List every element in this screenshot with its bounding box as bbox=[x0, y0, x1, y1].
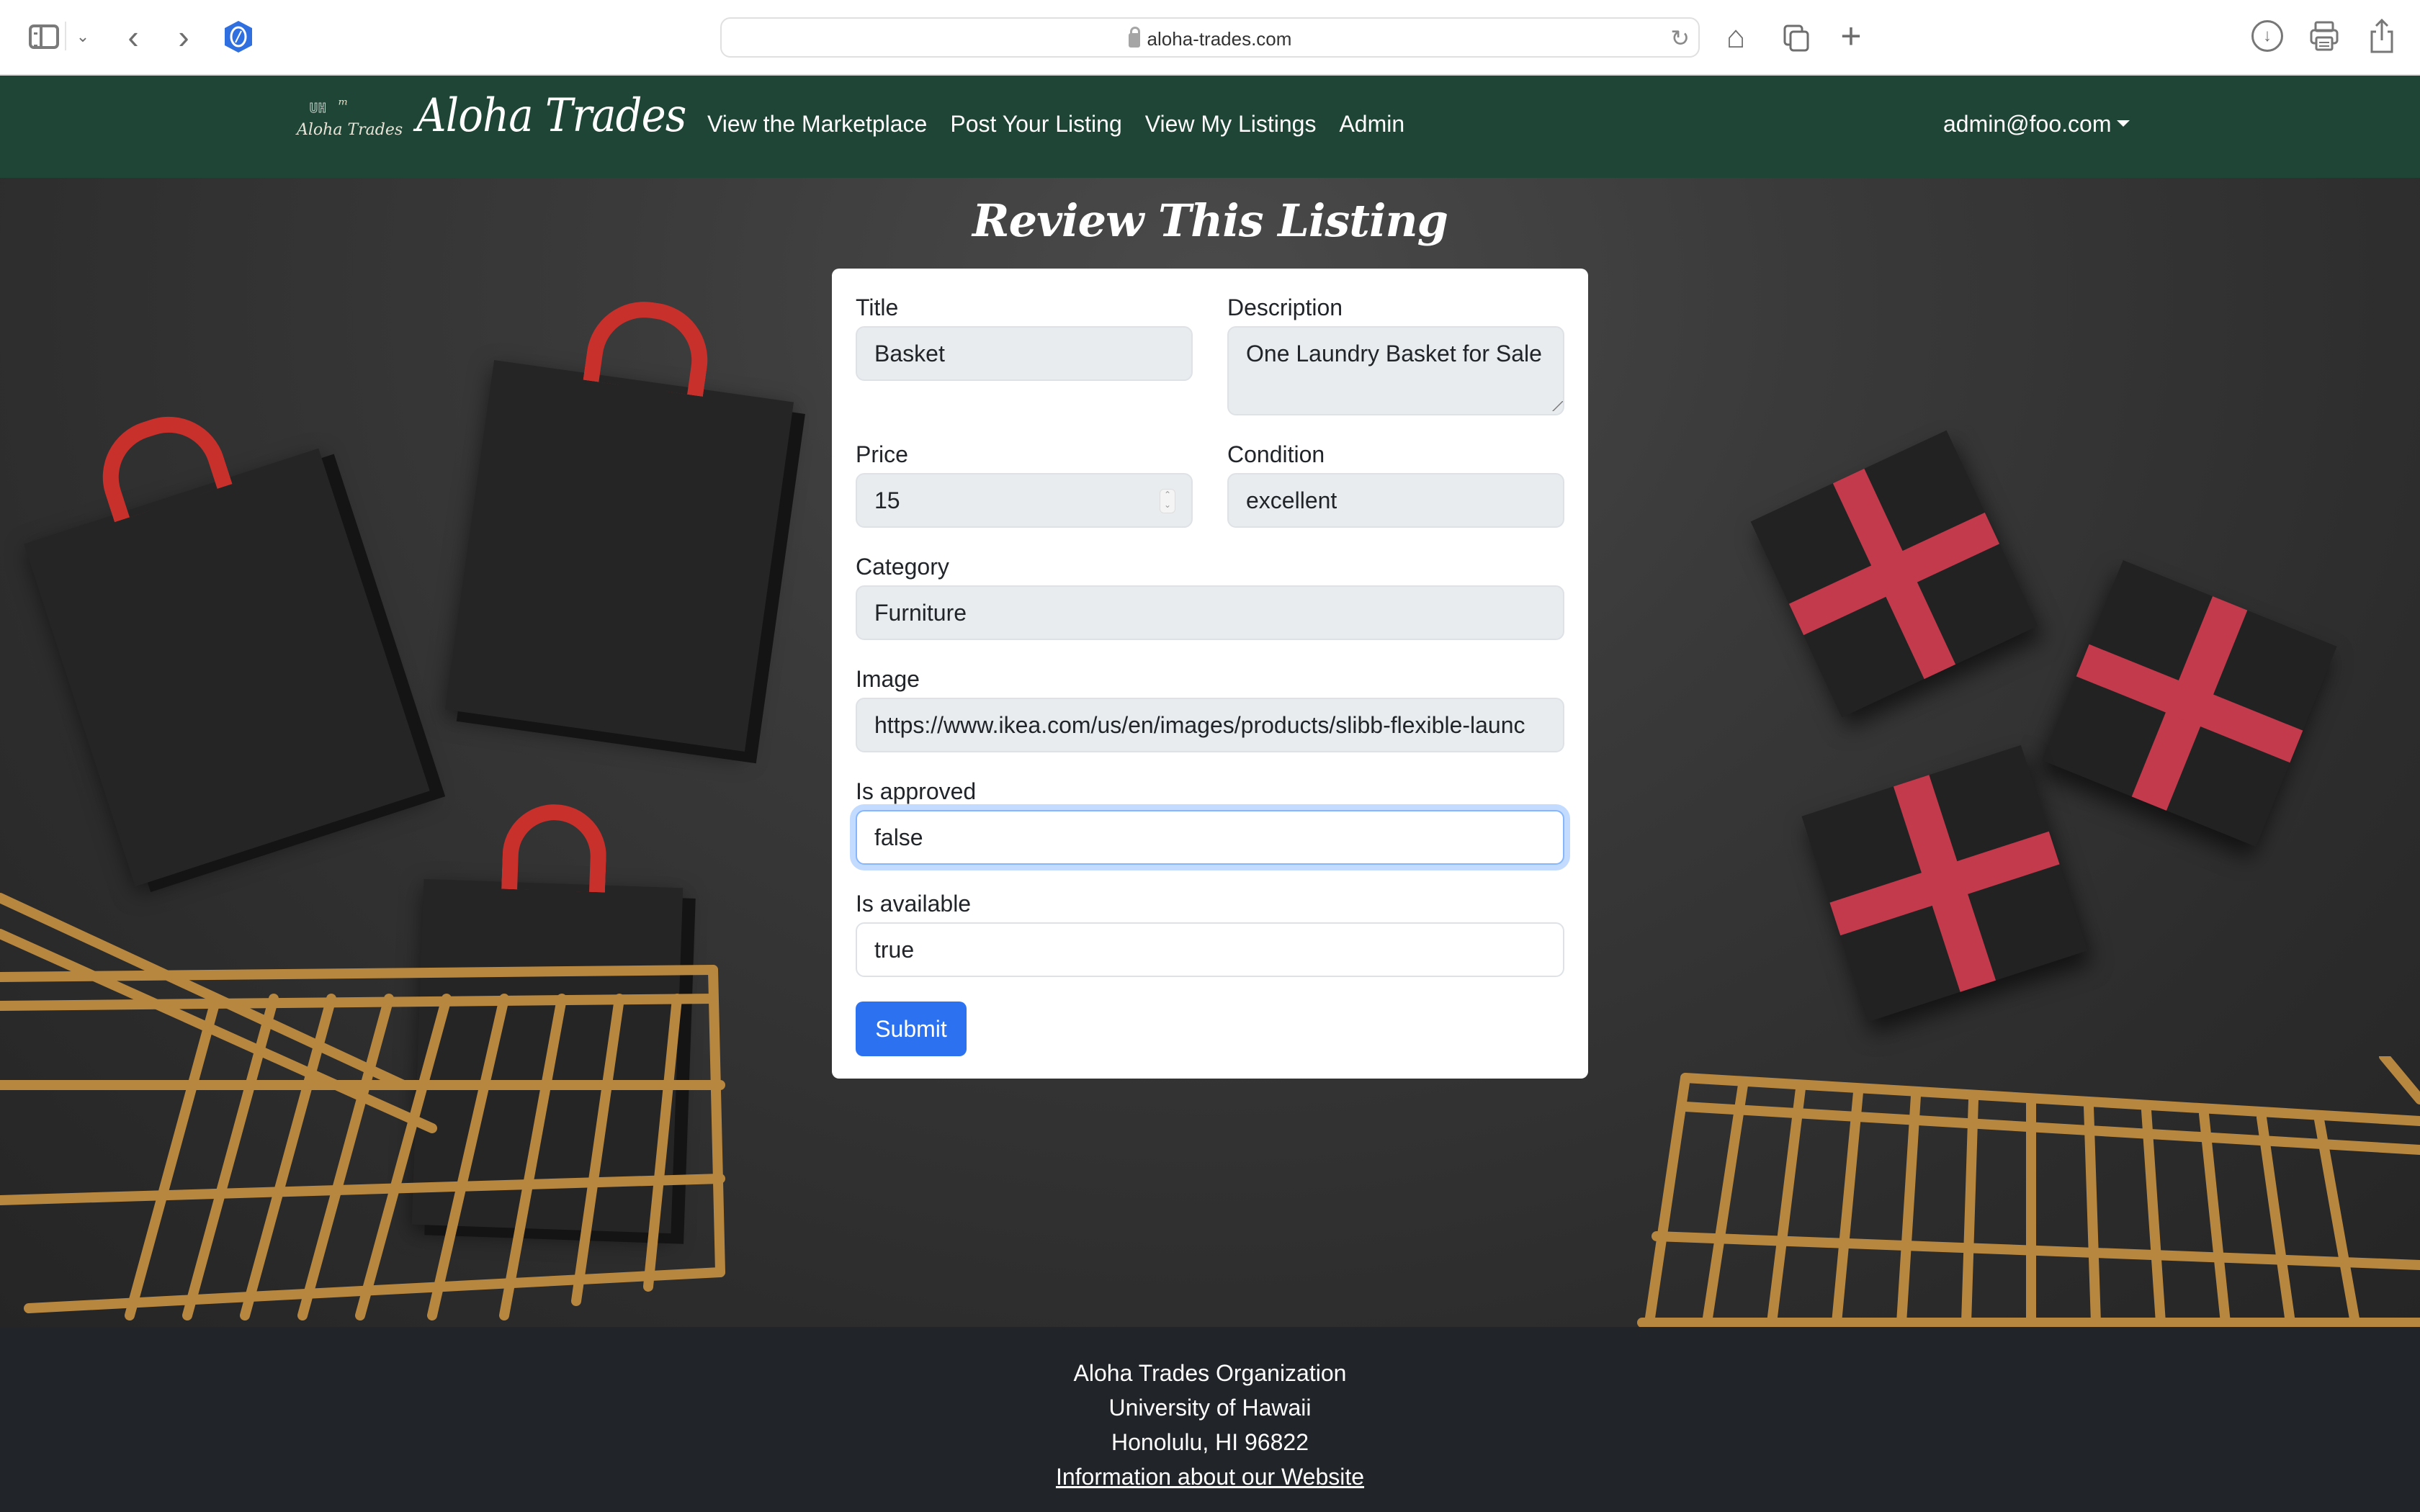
reload-icon[interactable]: ↻ bbox=[1670, 24, 1690, 52]
is-available-label: Is available bbox=[856, 891, 972, 917]
back-icon[interactable]: ‹ bbox=[119, 18, 148, 55]
address-bar[interactable]: aloha-trades.com ↻ bbox=[720, 17, 1700, 58]
is-available-field[interactable]: true bbox=[856, 922, 1564, 977]
url-text: aloha-trades.com bbox=[1147, 28, 1292, 50]
category-label: Category bbox=[856, 554, 949, 580]
price-label: Price bbox=[856, 441, 908, 467]
user-dropdown[interactable]: admin@foo.com bbox=[1943, 111, 2130, 138]
downloads-icon[interactable]: ↓ bbox=[2251, 20, 2283, 52]
brand-title[interactable]: Aloha Trades bbox=[416, 89, 686, 143]
shopping-cart-image bbox=[0, 869, 735, 1327]
browser-toolbar: ⌄ ‹ › aloha-trades.com ↻ ⌂ + ↓ bbox=[0, 0, 2420, 76]
logo-caption: Aloha Trades bbox=[297, 121, 403, 139]
nav-view-my-listings[interactable]: View My Listings bbox=[1145, 111, 1317, 138]
submit-button[interactable]: Submit bbox=[856, 1002, 967, 1056]
tabs-overview-icon[interactable] bbox=[1779, 17, 1815, 58]
image-url-field[interactable]: https://www.ikea.com/us/en/images/produc… bbox=[856, 698, 1564, 752]
toolbar-divider bbox=[65, 22, 66, 50]
description-label: Description bbox=[1227, 294, 1343, 320]
is-approved-label: Is approved bbox=[856, 778, 977, 804]
image-label: Image bbox=[856, 666, 920, 692]
is-approved-field[interactable]: false bbox=[856, 810, 1564, 865]
condition-label: Condition bbox=[1227, 441, 1325, 467]
site-footer: Aloha Trades Organization University of … bbox=[0, 1327, 2420, 1512]
gift-box-image bbox=[2042, 559, 2337, 847]
uh-logo-mark: UH bbox=[310, 101, 327, 117]
is-available-value: true bbox=[874, 936, 915, 963]
category-value: Furniture bbox=[874, 599, 967, 626]
title-value: Basket bbox=[874, 340, 945, 366]
nav-post-listing[interactable]: Post Your Listing bbox=[950, 111, 1121, 138]
forward-icon[interactable]: › bbox=[169, 18, 198, 55]
condition-field[interactable]: excellent bbox=[1227, 473, 1564, 528]
main-nav: View the Marketplace Post Your Listing V… bbox=[707, 111, 1404, 138]
new-tab-icon[interactable]: + bbox=[1833, 16, 1869, 56]
nav-view-marketplace[interactable]: View the Marketplace bbox=[707, 111, 927, 138]
shopping-cart-image bbox=[1628, 1051, 2420, 1327]
description-value: One Laundry Basket for Sale bbox=[1246, 341, 1542, 366]
lock-icon bbox=[1128, 27, 1140, 48]
bird-icon: ᵐ bbox=[339, 96, 349, 114]
footer-org: Aloha Trades Organization bbox=[1073, 1360, 1347, 1386]
print-icon[interactable] bbox=[2308, 20, 2340, 52]
site-logo[interactable]: UH ᵐ Aloha Trades bbox=[295, 96, 403, 145]
home-icon[interactable]: ⌂ bbox=[1718, 17, 1754, 58]
sidebar-icon[interactable] bbox=[29, 24, 59, 49]
footer-university: University of Hawaii bbox=[1108, 1395, 1312, 1421]
number-stepper-icon[interactable]: ⌃ ⌄ bbox=[1160, 489, 1175, 513]
footer-address: Honolulu, HI 96822 bbox=[1111, 1429, 1309, 1455]
image-url-value: https://www.ikea.com/us/en/images/produc… bbox=[874, 711, 1525, 738]
user-email: admin@foo.com bbox=[1943, 111, 2112, 137]
shopping-bag-image bbox=[24, 402, 430, 887]
is-approved-value: false bbox=[874, 824, 923, 850]
resize-handle-icon[interactable] bbox=[1543, 401, 1563, 411]
title-label: Title bbox=[856, 294, 899, 320]
condition-value: excellent bbox=[1246, 487, 1337, 513]
description-field[interactable]: One Laundry Basket for Sale bbox=[1227, 326, 1564, 415]
nav-admin[interactable]: Admin bbox=[1339, 111, 1404, 138]
page-title: Review This Listing bbox=[972, 194, 1448, 247]
category-field[interactable]: Furniture bbox=[856, 585, 1564, 640]
gift-box-image bbox=[1750, 430, 2038, 718]
price-value: 15 bbox=[874, 487, 900, 513]
price-field[interactable]: 15 ⌃ ⌄ bbox=[856, 473, 1193, 528]
share-icon[interactable] bbox=[2366, 16, 2398, 56]
footer-info-link[interactable]: Information about our Website bbox=[1056, 1464, 1364, 1490]
gift-box-image bbox=[1801, 744, 2088, 1022]
shopping-bag-image bbox=[444, 294, 794, 752]
review-listing-form: Title Basket Description One Laundry Bas… bbox=[832, 269, 1588, 1079]
title-field[interactable]: Basket bbox=[856, 326, 1193, 381]
chevron-down-icon[interactable]: ⌄ bbox=[72, 26, 94, 48]
privacy-shield-icon[interactable] bbox=[223, 20, 254, 53]
caret-down-icon bbox=[2117, 120, 2130, 127]
